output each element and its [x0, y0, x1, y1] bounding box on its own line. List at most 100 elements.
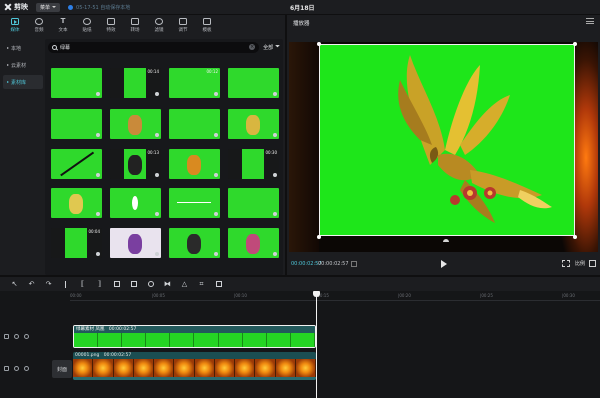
- tab-label: 贴纸: [82, 27, 92, 33]
- media-thumbnail[interactable]: [228, 188, 279, 218]
- media-thumbnail[interactable]: [51, 68, 102, 98]
- split-button[interactable]: [57, 278, 74, 290]
- side-item-cloud[interactable]: 云素材: [3, 58, 43, 72]
- media-thumbnail[interactable]: [110, 188, 161, 218]
- undo-button[interactable]: ↶: [23, 278, 40, 290]
- download-icon[interactable]: [214, 92, 218, 96]
- tab-sticker[interactable]: 贴纸: [75, 15, 99, 35]
- reverse-button[interactable]: [142, 278, 159, 290]
- time-ruler[interactable]: 00:00 |00:05 |00:10 |00:15 |00:20 |00:25 |00:3…: [70, 293, 600, 301]
- side-item-local[interactable]: 本地: [3, 41, 43, 55]
- clip-frame: [235, 359, 256, 377]
- mirror-button[interactable]: ⧓: [159, 278, 176, 290]
- green-screen-preview: [65, 228, 87, 258]
- lock-icon[interactable]: [4, 334, 9, 339]
- media-thumbnail[interactable]: [51, 188, 102, 218]
- cursor-tool[interactable]: ↖: [6, 278, 23, 290]
- tab-audio[interactable]: 音频: [27, 15, 51, 35]
- download-icon[interactable]: [96, 212, 100, 216]
- eye-icon[interactable]: [14, 366, 19, 371]
- resize-handle[interactable]: [317, 42, 321, 46]
- download-icon[interactable]: [214, 133, 218, 137]
- filter-button[interactable]: 全部 ⏷: [263, 43, 280, 51]
- media-thumbnail[interactable]: 00:12: [169, 68, 220, 98]
- media-thumbnail[interactable]: [51, 109, 102, 139]
- tab-text[interactable]: 文本: [51, 15, 75, 35]
- download-icon[interactable]: [96, 92, 100, 96]
- media-thumbnail[interactable]: 00:30: [228, 149, 279, 179]
- clear-icon[interactable]: ×: [249, 44, 256, 50]
- media-thumbnail[interactable]: 00:14: [110, 68, 161, 98]
- download-icon[interactable]: [214, 173, 218, 177]
- menu-button[interactable]: 菜单: [36, 2, 61, 12]
- download-icon[interactable]: [96, 133, 100, 137]
- download-icon[interactable]: [273, 252, 277, 256]
- download-icon[interactable]: [155, 252, 159, 256]
- tab-media[interactable]: 媒体: [3, 15, 27, 35]
- grid-icon[interactable]: [351, 261, 357, 267]
- playhead-handle[interactable]: [313, 291, 320, 297]
- redo-button[interactable]: ↷: [40, 278, 57, 290]
- crop-button[interactable]: ⌗: [193, 278, 210, 290]
- download-icon[interactable]: [214, 212, 218, 216]
- split-left-button[interactable]: ⟦: [74, 278, 91, 290]
- media-thumbnail[interactable]: [169, 188, 220, 218]
- ratio-button[interactable]: 比例: [575, 260, 585, 267]
- fullscreen-icon[interactable]: [589, 260, 596, 267]
- rotate-handle[interactable]: [443, 239, 449, 242]
- delete-button[interactable]: [108, 278, 125, 290]
- project-title[interactable]: 6月18日: [290, 3, 315, 12]
- media-thumbnail[interactable]: [169, 228, 220, 258]
- tab-filter[interactable]: 滤镜: [147, 15, 171, 35]
- cover-button[interactable]: 封面: [52, 360, 72, 378]
- eye-icon[interactable]: [14, 334, 19, 339]
- media-thumbnail[interactable]: [169, 149, 220, 179]
- search-input[interactable]: 绿幕 ×: [48, 41, 260, 53]
- freeze-button[interactable]: [125, 278, 142, 290]
- download-icon[interactable]: [155, 133, 159, 137]
- tab-transition[interactable]: 转场: [123, 15, 147, 35]
- fire-clip[interactable]: 00001.png 00:00:02:57: [73, 352, 316, 380]
- green-screen-clip[interactable]: 绿幕素材 凤凰 00:00:02:57: [73, 325, 316, 348]
- tab-template[interactable]: 模板: [195, 15, 219, 35]
- download-icon[interactable]: [273, 173, 277, 177]
- download-icon[interactable]: [273, 212, 277, 216]
- play-button[interactable]: [441, 260, 447, 268]
- media-thumbnail[interactable]: [228, 228, 279, 258]
- media-thumbnail[interactable]: [228, 109, 279, 139]
- download-icon[interactable]: [214, 252, 218, 256]
- audio-icon[interactable]: [24, 334, 29, 339]
- side-item-library[interactable]: 素材库: [3, 75, 43, 89]
- logo-text: 剪映: [14, 3, 28, 11]
- tab-effects[interactable]: 特效: [99, 15, 123, 35]
- media-thumbnail[interactable]: 00:04: [51, 228, 102, 258]
- download-icon[interactable]: [273, 133, 277, 137]
- download-icon[interactable]: [155, 92, 159, 96]
- tab-adjust[interactable]: 调节: [171, 15, 195, 35]
- rotate-button[interactable]: △: [176, 278, 193, 290]
- download-icon[interactable]: [155, 212, 159, 216]
- resize-handle[interactable]: [573, 42, 577, 46]
- fit-icon[interactable]: [562, 260, 570, 267]
- player-title: 播放器: [293, 21, 310, 27]
- media-thumbnail[interactable]: [169, 109, 220, 139]
- resize-handle[interactable]: [317, 235, 321, 239]
- playhead[interactable]: [316, 291, 317, 398]
- menu-icon[interactable]: [586, 18, 594, 24]
- split-right-button[interactable]: ⟧: [91, 278, 108, 290]
- media-thumbnail[interactable]: [228, 68, 279, 98]
- media-thumbnail[interactable]: [110, 109, 161, 139]
- resize-handle[interactable]: [573, 235, 577, 239]
- download-icon[interactable]: [96, 173, 100, 177]
- download-icon[interactable]: [155, 173, 159, 177]
- audio-icon[interactable]: [24, 366, 29, 371]
- download-icon[interactable]: [96, 252, 100, 256]
- lock-icon[interactable]: [4, 366, 9, 371]
- media-thumbnail[interactable]: [110, 228, 161, 258]
- download-icon[interactable]: [273, 92, 277, 96]
- preview-stage[interactable]: [289, 42, 598, 252]
- green-screen-layer[interactable]: [319, 44, 575, 236]
- picture-button[interactable]: [210, 278, 227, 290]
- media-thumbnail[interactable]: 00:13: [110, 149, 161, 179]
- media-thumbnail[interactable]: [51, 149, 102, 179]
